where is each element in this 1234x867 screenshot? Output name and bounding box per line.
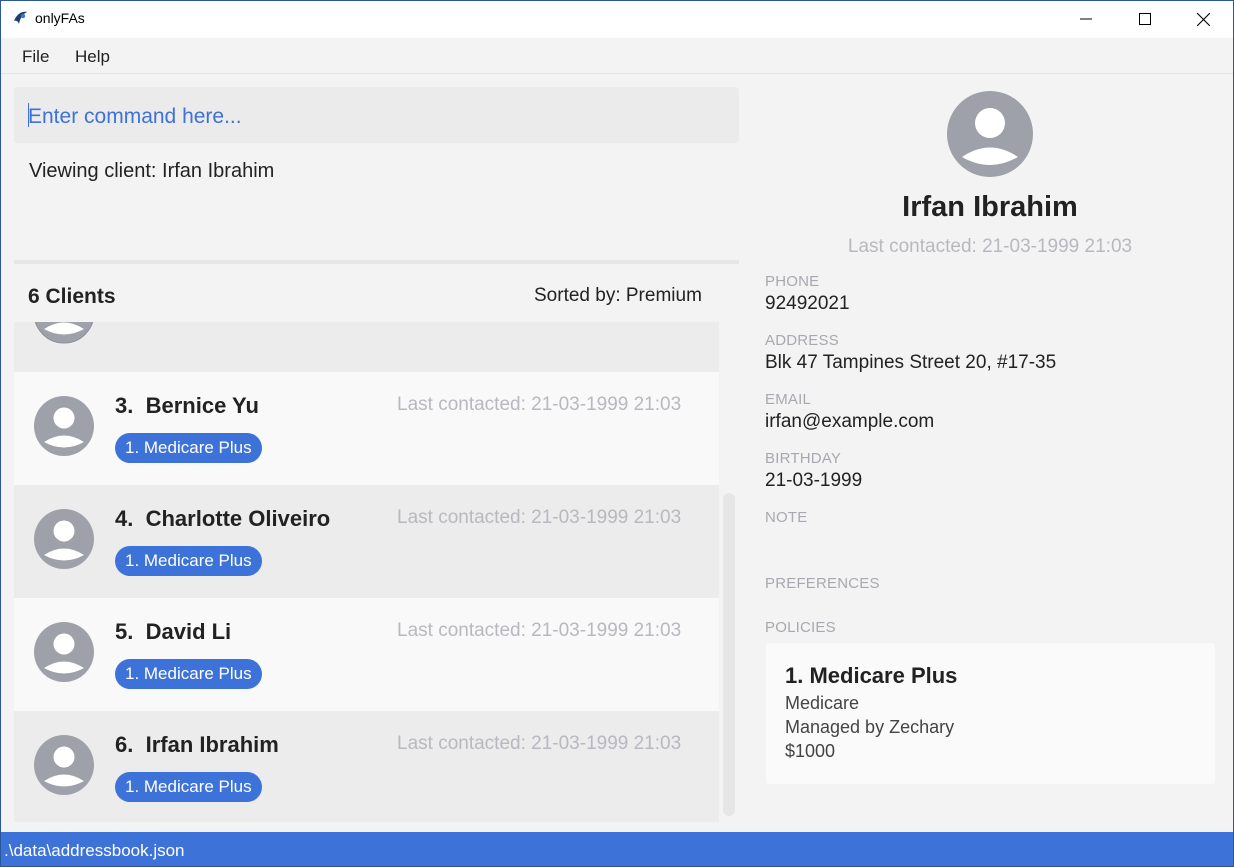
minimize-icon [1080, 18, 1092, 20]
close-button[interactable] [1174, 0, 1232, 38]
client-index: 5. [115, 619, 134, 644]
client-name-text: Charlotte Oliveiro [145, 506, 331, 531]
email-label: EMAIL [765, 391, 812, 408]
client-name-text: David Li [145, 619, 232, 644]
policy-tag: 1. Medicare Plus [115, 772, 262, 802]
menu-bar: File Help [0, 38, 1234, 74]
note-label: NOTE [765, 509, 808, 526]
phone-value: 92492021 [765, 293, 850, 314]
client-index: 6. [115, 732, 134, 757]
client-name: 5. David Li [115, 619, 231, 645]
command-input[interactable]: Enter command here... [28, 105, 242, 129]
detail-avatar-icon [947, 91, 1033, 177]
detail-last-contacted: Last contacted: 21-03-1999 21:03 [847, 236, 1133, 257]
command-box[interactable]: Enter command here... [14, 87, 739, 143]
client-card[interactable]: 4. Charlotte Oliveiro Last contacted: 21… [14, 485, 719, 598]
panel-divider [14, 260, 739, 264]
client-name: 6. Irfan Ibrahim [115, 732, 279, 758]
address-label: ADDRESS [765, 332, 839, 349]
maximize-icon [1139, 13, 1151, 25]
policy-premium: $1000 [785, 741, 836, 761]
client-card[interactable]: 3. Bernice Yu Last contacted: 21-03-1999… [14, 372, 719, 485]
policy-tag: 1. Medicare Plus [115, 659, 262, 689]
policy-title: 1. Medicare Plus [785, 663, 958, 688]
policy-manager: Managed by Zechary [785, 717, 955, 737]
client-card[interactable]: 5. David Li Last contacted: 21-03-1999 2… [14, 598, 719, 711]
policies-label: POLICIES [765, 619, 836, 636]
birthday-label: BIRTHDAY [765, 450, 842, 467]
client-card[interactable] [14, 322, 719, 372]
maximize-button[interactable] [1116, 0, 1174, 38]
policy-card: 1. Medicare Plus Medicare Managed by Zec… [766, 643, 1215, 784]
client-count: 6 Clients [28, 285, 116, 308]
client-list[interactable]: 3. Bernice Yu Last contacted: 21-03-1999… [14, 322, 719, 822]
last-contacted: Last contacted: 21-03-1999 21:03 [397, 733, 682, 754]
avatar-icon [34, 735, 94, 795]
menu-help[interactable]: Help [75, 47, 110, 67]
last-contacted: Last contacted: 21-03-1999 21:03 [397, 394, 682, 415]
email-value: irfan@example.com [765, 411, 935, 432]
client-index: 3. [115, 393, 134, 418]
sort-label: Sorted by: Premium [534, 285, 702, 306]
close-icon [1196, 12, 1210, 26]
app-logo-icon [14, 11, 27, 24]
status-file-path: .\data\addressbook.json [4, 841, 185, 860]
window-title: onlyFAs [35, 10, 85, 26]
address-value: Blk 47 Tampines Street 20, #17-35 [765, 352, 1057, 373]
avatar-icon [34, 322, 94, 344]
policy-company: Medicare [785, 693, 860, 713]
avatar-icon [34, 396, 94, 456]
client-name-text: Irfan Ibrahim [145, 732, 279, 757]
last-contacted: Last contacted: 21-03-1999 21:03 [397, 620, 682, 641]
client-name: 4. Charlotte Oliveiro [115, 506, 330, 532]
avatar-icon [34, 622, 94, 682]
birthday-value: 21-03-1999 [765, 470, 863, 491]
menu-file[interactable]: File [22, 47, 49, 67]
phone-label: PHONE [765, 273, 820, 290]
client-index: 4. [115, 506, 134, 531]
detail-client-name: Irfan Ibrahim [902, 191, 1078, 223]
avatar-icon [34, 509, 94, 569]
client-name-text: Bernice Yu [145, 393, 259, 418]
scrollbar-thumb[interactable] [723, 493, 735, 816]
client-card[interactable]: 6. Irfan Ibrahim Last contacted: 21-03-1… [14, 711, 719, 822]
policy-tag: 1. Medicare Plus [115, 546, 262, 576]
title-bar: onlyFAs [0, 0, 1234, 38]
minimize-button[interactable] [1057, 0, 1115, 38]
client-name: 3. Bernice Yu [115, 393, 259, 419]
policy-tag: 1. Medicare Plus [115, 433, 262, 463]
preferences-label: PREFERENCES [765, 575, 880, 592]
status-bar: .\data\addressbook.json [0, 832, 1234, 867]
last-contacted: Last contacted: 21-03-1999 21:03 [397, 507, 682, 528]
result-display: Viewing client: Irfan Ibrahim [29, 160, 275, 182]
